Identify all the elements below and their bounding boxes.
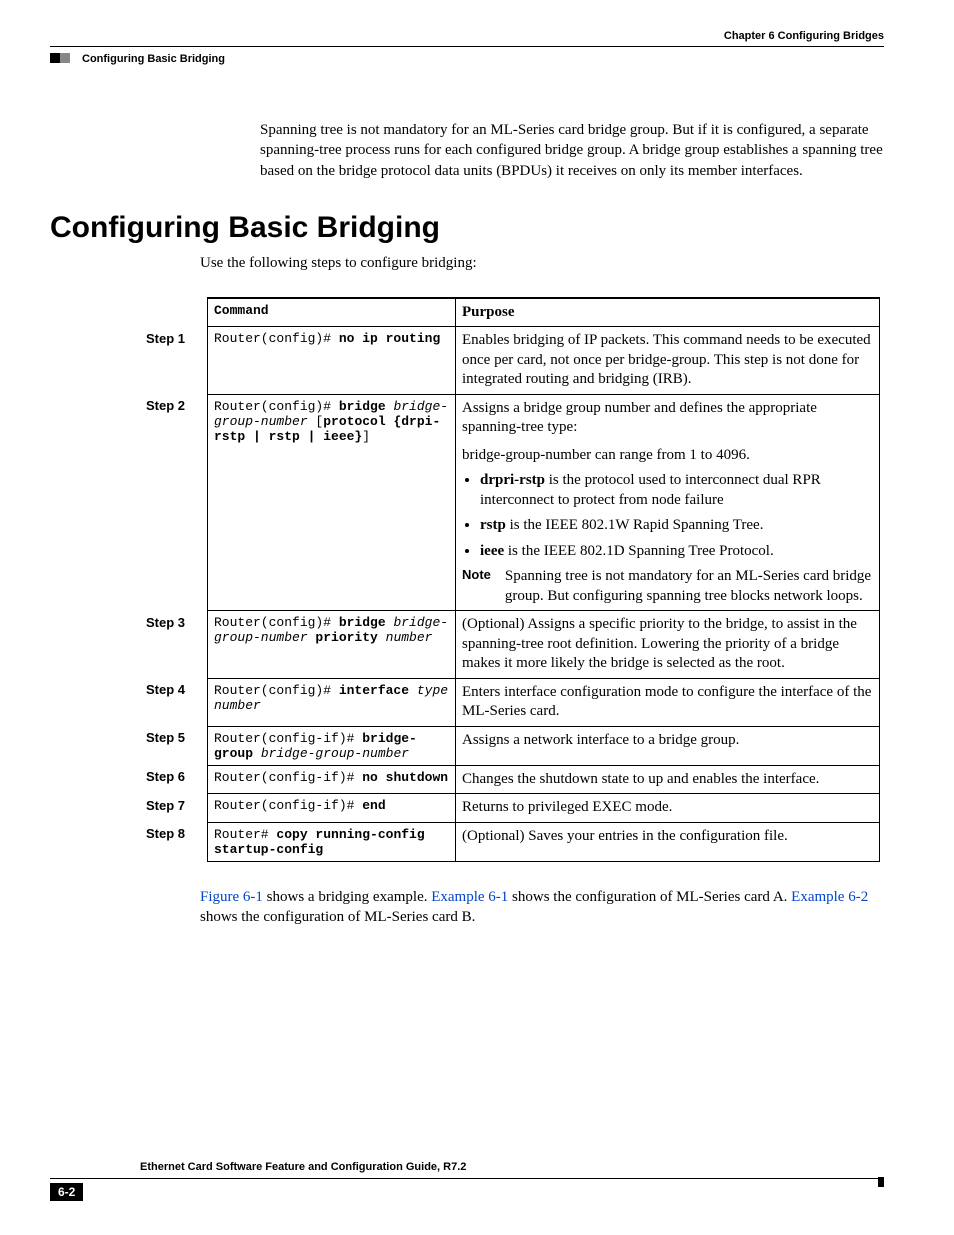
link-figure-6-1[interactable]: Figure 6-1 (200, 889, 263, 905)
intro-paragraph: Spanning tree is not mandatory for an ML… (260, 120, 884, 181)
lead-paragraph: Use the following steps to configure bri… (200, 255, 884, 272)
table-row: Step 6 Router(config-if)# no shutdown Ch… (140, 765, 880, 794)
section-heading: Configuring Basic Bridging (50, 211, 884, 245)
link-example-6-1[interactable]: Example 6-1 (431, 889, 508, 905)
th-step (140, 298, 208, 327)
command-table: Command Purpose Step 1 Router(config)# n… (140, 297, 880, 862)
note-text: Spanning tree is not mandatory for an ML… (505, 567, 873, 606)
footer-title: Ethernet Card Software Feature and Confi… (140, 1161, 466, 1173)
step-label: Step 7 (140, 794, 208, 823)
purpose-cell: Enables bridging of IP packets. This com… (456, 327, 880, 395)
table-row: Step 2 Router(config)# bridge bridge-gro… (140, 394, 880, 611)
note-label: Note (462, 567, 491, 606)
table-row: Step 1 Router(config)# no ip routing Ena… (140, 327, 880, 395)
header-rule (50, 46, 884, 47)
th-purpose: Purpose (456, 298, 880, 327)
purpose-cell: Assigns a network interface to a bridge … (456, 726, 880, 765)
purpose-cell: Enters interface configuration mode to c… (456, 678, 880, 726)
step-label: Step 1 (140, 327, 208, 395)
command-cell: Router(config-if)# bridge-group bridge-g… (208, 726, 456, 765)
step-label: Step 2 (140, 394, 208, 611)
command-cell: Router(config)# interface type number (208, 678, 456, 726)
step-label: Step 3 (140, 611, 208, 679)
table-row: Step 8 Router# copy running-config start… (140, 822, 880, 861)
step-label: Step 8 (140, 822, 208, 861)
table-row: Step 5 Router(config-if)# bridge-group b… (140, 726, 880, 765)
footer-page-number: 6-2 (50, 1183, 83, 1201)
command-cell: Router(config)# bridge bridge-group-numb… (208, 394, 456, 611)
table-row: Step 3 Router(config)# bridge bridge-gro… (140, 611, 880, 679)
link-example-6-2[interactable]: Example 6-2 (791, 889, 868, 905)
command-cell: Router# copy running-config startup-conf… (208, 822, 456, 861)
footer-ornament (878, 1177, 884, 1187)
table-row: Step 4 Router(config)# interface type nu… (140, 678, 880, 726)
purpose-cell: Returns to privileged EXEC mode. (456, 794, 880, 823)
command-cell: Router(config-if)# no shutdown (208, 765, 456, 794)
step-label: Step 6 (140, 765, 208, 794)
purpose-cell: Assigns a bridge group number and define… (456, 394, 880, 611)
command-cell: Router(config)# bridge bridge-group-numb… (208, 611, 456, 679)
after-table-paragraph: Figure 6-1 shows a bridging example. Exa… (200, 887, 884, 928)
header-section: Configuring Basic Bridging (82, 53, 225, 65)
command-cell: Router(config-if)# end (208, 794, 456, 823)
step-label: Step 5 (140, 726, 208, 765)
footer-rule (50, 1178, 884, 1179)
purpose-cell: (Optional) Saves your entries in the con… (456, 822, 880, 861)
header-chapter: Chapter 6 Configuring Bridges (724, 30, 884, 42)
header-ornament (50, 53, 70, 63)
purpose-cell: Changes the shutdown state to up and ena… (456, 765, 880, 794)
table-row: Step 7 Router(config-if)# end Returns to… (140, 794, 880, 823)
step-label: Step 4 (140, 678, 208, 726)
th-command: Command (208, 298, 456, 327)
command-cell: Router(config)# no ip routing (208, 327, 456, 395)
purpose-cell: (Optional) Assigns a specific priority t… (456, 611, 880, 679)
